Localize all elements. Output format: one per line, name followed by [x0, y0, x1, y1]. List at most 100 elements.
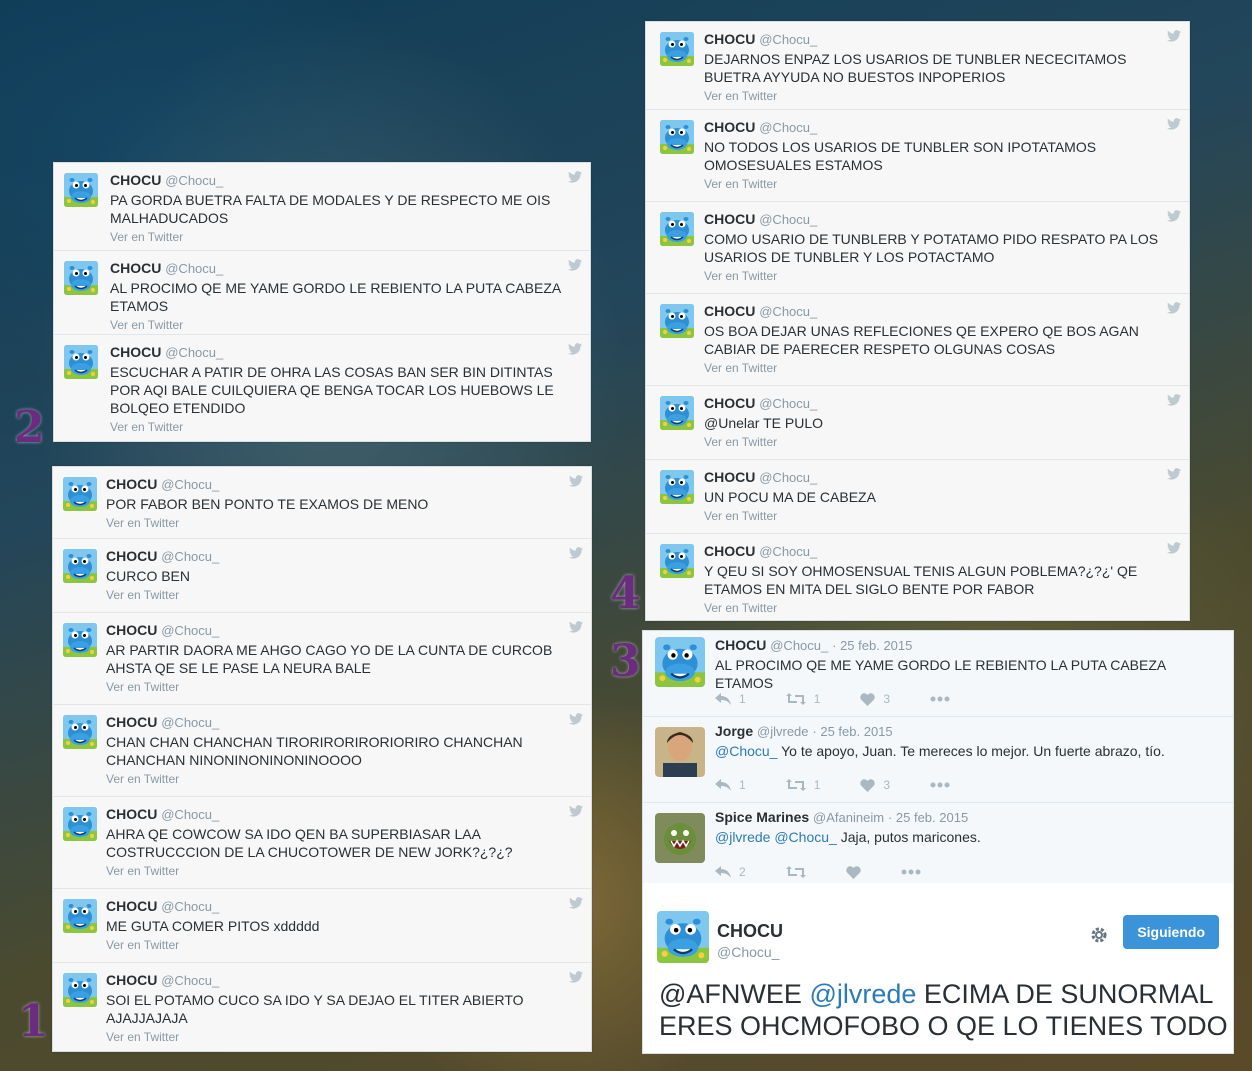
avatar[interactable]: [64, 345, 98, 379]
avatar[interactable]: [660, 32, 694, 66]
view-on-twitter-link[interactable]: Ver en Twitter: [704, 89, 1179, 112]
user-name[interactable]: CHOCU: [106, 898, 157, 914]
retweet-button[interactable]: 1: [785, 778, 820, 792]
user-handle[interactable]: @Chocu_: [759, 212, 817, 227]
user-name[interactable]: CHOCU: [704, 469, 755, 485]
tweet-date[interactable]: · 25 feb. 2015: [888, 810, 968, 825]
user-handle[interactable]: @Chocu_: [161, 715, 219, 730]
user-name[interactable]: CHOCU: [106, 622, 157, 638]
view-on-twitter-link[interactable]: Ver en Twitter: [106, 680, 581, 703]
user-handle[interactable]: @Chocu_: [717, 944, 779, 960]
mention-link[interactable]: @Chocu_: [774, 829, 836, 845]
mention-link[interactable]: @Chocu_: [715, 743, 777, 759]
avatar[interactable]: [64, 173, 98, 207]
retweet-button[interactable]: 1: [785, 692, 820, 706]
user-handle[interactable]: @Chocu_: [770, 638, 828, 653]
user-name[interactable]: CHOCU: [106, 806, 157, 822]
reply-button[interactable]: 1: [715, 692, 746, 706]
avatar[interactable]: [657, 911, 709, 963]
user-handle[interactable]: @Chocu_: [165, 173, 223, 188]
avatar[interactable]: [660, 120, 694, 154]
user-handle[interactable]: @Chocu_: [759, 470, 817, 485]
view-on-twitter-link[interactable]: Ver en Twitter: [106, 588, 581, 611]
user-handle[interactable]: @Chocu_: [161, 477, 219, 492]
user-name[interactable]: Spice Marines: [715, 809, 809, 825]
user-handle[interactable]: @Chocu_: [759, 32, 817, 47]
user-name[interactable]: CHOCU: [704, 119, 755, 135]
gear-icon[interactable]: [1089, 925, 1109, 945]
user-handle[interactable]: @jlvrede: [757, 724, 809, 739]
avatar[interactable]: [655, 813, 705, 863]
user-name[interactable]: CHOCU: [704, 395, 755, 411]
user-name[interactable]: CHOCU: [717, 921, 783, 942]
view-on-twitter-link[interactable]: Ver en Twitter: [106, 864, 581, 887]
mention-link[interactable]: @AFNWEE: [659, 979, 802, 1009]
avatar[interactable]: [63, 477, 97, 511]
user-handle[interactable]: @Chocu_: [161, 623, 219, 638]
user-name[interactable]: Jorge: [715, 723, 753, 739]
user-name[interactable]: CHOCU: [110, 260, 161, 276]
user-handle[interactable]: @Chocu_: [161, 973, 219, 988]
tweet-date[interactable]: · 25 feb. 2015: [812, 724, 892, 739]
view-on-twitter-link[interactable]: Ver en Twitter: [704, 509, 1179, 532]
user-name[interactable]: CHOCU: [715, 637, 766, 653]
more-button[interactable]: [901, 869, 921, 875]
user-handle[interactable]: @Chocu_: [161, 899, 219, 914]
view-on-twitter-link[interactable]: Ver en Twitter: [106, 516, 581, 539]
avatar[interactable]: [63, 899, 97, 933]
view-on-twitter-link[interactable]: Ver en Twitter: [704, 177, 1179, 200]
avatar[interactable]: [655, 727, 705, 777]
user-handle[interactable]: @Chocu_: [165, 345, 223, 360]
user-name[interactable]: CHOCU: [106, 714, 157, 730]
reply-button[interactable]: 2: [715, 865, 746, 879]
view-on-twitter-link[interactable]: Ver en Twitter: [704, 269, 1179, 292]
avatar[interactable]: [63, 807, 97, 841]
user-handle[interactable]: @Chocu_: [161, 549, 219, 564]
view-on-twitter-link[interactable]: Ver en Twitter: [110, 230, 580, 253]
view-on-twitter-link[interactable]: Ver en Twitter: [106, 938, 581, 961]
user-name[interactable]: CHOCU: [106, 548, 157, 564]
reply-button[interactable]: 1: [715, 778, 746, 792]
more-button[interactable]: [930, 782, 950, 788]
user-name[interactable]: CHOCU: [704, 543, 755, 559]
favorite-button[interactable]: 3: [860, 778, 890, 792]
favorite-button[interactable]: 3: [860, 692, 890, 706]
user-name[interactable]: CHOCU: [110, 344, 161, 360]
avatar[interactable]: [63, 715, 97, 749]
user-handle[interactable]: @Chocu_: [759, 304, 817, 319]
user-name[interactable]: CHOCU: [704, 211, 755, 227]
avatar[interactable]: [655, 637, 705, 687]
user-name[interactable]: CHOCU: [704, 303, 755, 319]
user-handle[interactable]: @Afanineim: [813, 810, 884, 825]
avatar[interactable]: [63, 623, 97, 657]
retweet-button[interactable]: [785, 866, 806, 878]
view-on-twitter-link[interactable]: Ver en Twitter: [110, 420, 580, 443]
more-button[interactable]: [930, 696, 950, 702]
user-handle[interactable]: @Chocu_: [759, 396, 817, 411]
following-button[interactable]: Siguiendo: [1123, 915, 1219, 949]
user-handle[interactable]: @Chocu_: [759, 120, 817, 135]
favorite-button[interactable]: [845, 865, 861, 879]
user-handle[interactable]: @Chocu_: [759, 544, 817, 559]
avatar[interactable]: [63, 973, 97, 1007]
user-name[interactable]: CHOCU: [106, 972, 157, 988]
view-on-twitter-link[interactable]: Ver en Twitter: [106, 772, 581, 795]
user-handle[interactable]: @Chocu_: [165, 261, 223, 276]
avatar[interactable]: [660, 396, 694, 430]
avatar[interactable]: [660, 470, 694, 504]
avatar[interactable]: [660, 304, 694, 338]
avatar[interactable]: [660, 544, 694, 578]
view-on-twitter-link[interactable]: Ver en Twitter: [704, 435, 1179, 458]
avatar[interactable]: [660, 212, 694, 246]
view-on-twitter-link[interactable]: Ver en Twitter: [106, 1030, 581, 1053]
view-on-twitter-link[interactable]: Ver en Twitter: [704, 601, 1179, 624]
user-name[interactable]: CHOCU: [110, 172, 161, 188]
mention-link[interactable]: @jlvrede: [809, 979, 916, 1009]
user-handle[interactable]: @Chocu_: [161, 807, 219, 822]
tweet-date[interactable]: · 25 feb. 2015: [832, 638, 912, 653]
user-name[interactable]: CHOCU: [704, 31, 755, 47]
avatar[interactable]: [63, 549, 97, 583]
mention-link[interactable]: @jlvrede: [715, 829, 770, 845]
avatar[interactable]: [64, 261, 98, 295]
user-name[interactable]: CHOCU: [106, 476, 157, 492]
